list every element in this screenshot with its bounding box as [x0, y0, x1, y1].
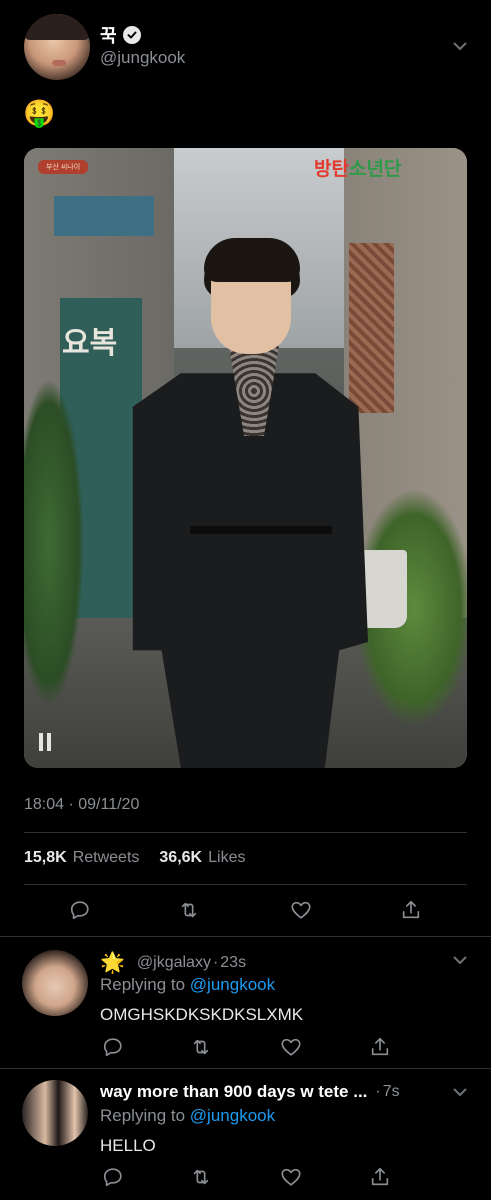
share-icon	[402, 900, 420, 919]
author-handle[interactable]: @jungkook	[100, 48, 185, 68]
replying-prefix: Replying to	[100, 975, 186, 994]
photo-small-sign: 부산 씨나이	[38, 160, 89, 174]
divider	[24, 832, 467, 833]
reply-icon	[70, 901, 89, 920]
retweet-icon	[193, 1039, 209, 1055]
reply-text: OMGHSKDKSKDKSLXMK	[100, 1005, 304, 1024]
share-icon	[371, 1167, 389, 1186]
reply-time[interactable]: 7s	[383, 1083, 400, 1101]
retweet-icon	[193, 1169, 209, 1185]
share-button[interactable]	[367, 1164, 393, 1190]
reply-avatar[interactable]	[22, 1080, 88, 1146]
likes-count[interactable]: 36,6K	[159, 849, 202, 867]
star-icon: 🌟	[100, 952, 125, 974]
divider	[0, 936, 491, 937]
reply-menu-button[interactable]	[452, 952, 468, 973]
reply-author-handle[interactable]: @jkgalaxy	[137, 954, 211, 972]
reply-button[interactable]	[67, 897, 93, 923]
share-button[interactable]	[367, 1034, 393, 1060]
photo-plant-left	[24, 378, 84, 708]
chevron-down-icon	[453, 42, 467, 51]
verified-icon	[122, 26, 141, 44]
logo-right-text: 소년단	[348, 159, 402, 180]
retweet-button[interactable]	[188, 1034, 214, 1060]
reply-button[interactable]	[100, 1034, 126, 1060]
like-icon	[281, 1168, 301, 1186]
author-avatar[interactable]	[24, 14, 90, 80]
retweets-count[interactable]: 15,8K	[24, 849, 67, 867]
reply-header: 🌟 @jkgalaxy · 23s	[100, 950, 246, 975]
reply-avatar[interactable]	[22, 950, 88, 1016]
like-icon	[281, 1038, 301, 1056]
bts-logo-icon	[39, 733, 53, 751]
mention-link[interactable]: @jungkook	[190, 1106, 275, 1125]
retweet-button[interactable]	[188, 1164, 214, 1190]
replying-prefix: Replying to	[100, 1106, 186, 1125]
reply-icon	[103, 1038, 122, 1057]
author-display-name[interactable]: 꾹	[100, 22, 141, 48]
divider	[0, 1068, 491, 1069]
photo-person-belt	[190, 526, 332, 534]
reply-text: HELLO	[100, 1136, 156, 1155]
share-button[interactable]	[398, 897, 424, 923]
reply-header: way more than 900 days w tete ... · 7s	[100, 1082, 400, 1102]
tweet-text: 🤑	[23, 98, 56, 128]
retweets-label[interactable]: Retweets	[73, 849, 140, 867]
display-name-text: 꾹	[100, 26, 117, 46]
photo-window-shutter	[349, 243, 394, 413]
tweet-timestamp[interactable]: 18:04 · 09/11/20	[24, 796, 139, 814]
retweet-button[interactable]	[176, 897, 202, 923]
tweet-stats: 15,8K Retweets 36,6K Likes	[24, 849, 245, 867]
replying-to: Replying to @jungkook	[100, 975, 275, 995]
replying-to: Replying to @jungkook	[100, 1106, 275, 1126]
tweet-menu-button[interactable]	[452, 38, 468, 59]
dot-separator: ·	[375, 1083, 381, 1100]
retweet-icon	[181, 902, 197, 918]
chevron-down-icon	[453, 956, 467, 965]
photo-person-fringe	[204, 238, 300, 282]
chevron-down-icon	[453, 1088, 467, 1097]
like-button[interactable]	[278, 1034, 304, 1060]
reply-button[interactable]	[100, 1164, 126, 1190]
tweet-photo[interactable]: 부산 씨나이 요복 방탄소년단	[24, 148, 467, 768]
dot-separator: ·	[212, 953, 219, 971]
like-button[interactable]	[288, 897, 314, 923]
reply-time[interactable]: 23s	[220, 954, 246, 972]
reply-menu-button[interactable]	[452, 1084, 468, 1105]
share-icon	[371, 1037, 389, 1056]
photo-korean-sign: 요복	[62, 326, 118, 361]
likes-label[interactable]: Likes	[208, 849, 245, 867]
avatar-lips	[52, 60, 66, 66]
photo-bts-logo-sign: 방탄소년단	[314, 154, 401, 181]
logo-left-text: 방탄	[314, 159, 349, 180]
like-icon	[291, 901, 311, 919]
reply-author-name[interactable]: way more than 900 days w tete ...	[100, 1082, 367, 1102]
avatar-hair	[24, 14, 90, 40]
like-button[interactable]	[278, 1164, 304, 1190]
divider	[24, 884, 467, 885]
mention-link[interactable]: @jungkook	[190, 975, 275, 994]
photo-awning	[54, 196, 154, 236]
reply-icon	[103, 1168, 122, 1187]
